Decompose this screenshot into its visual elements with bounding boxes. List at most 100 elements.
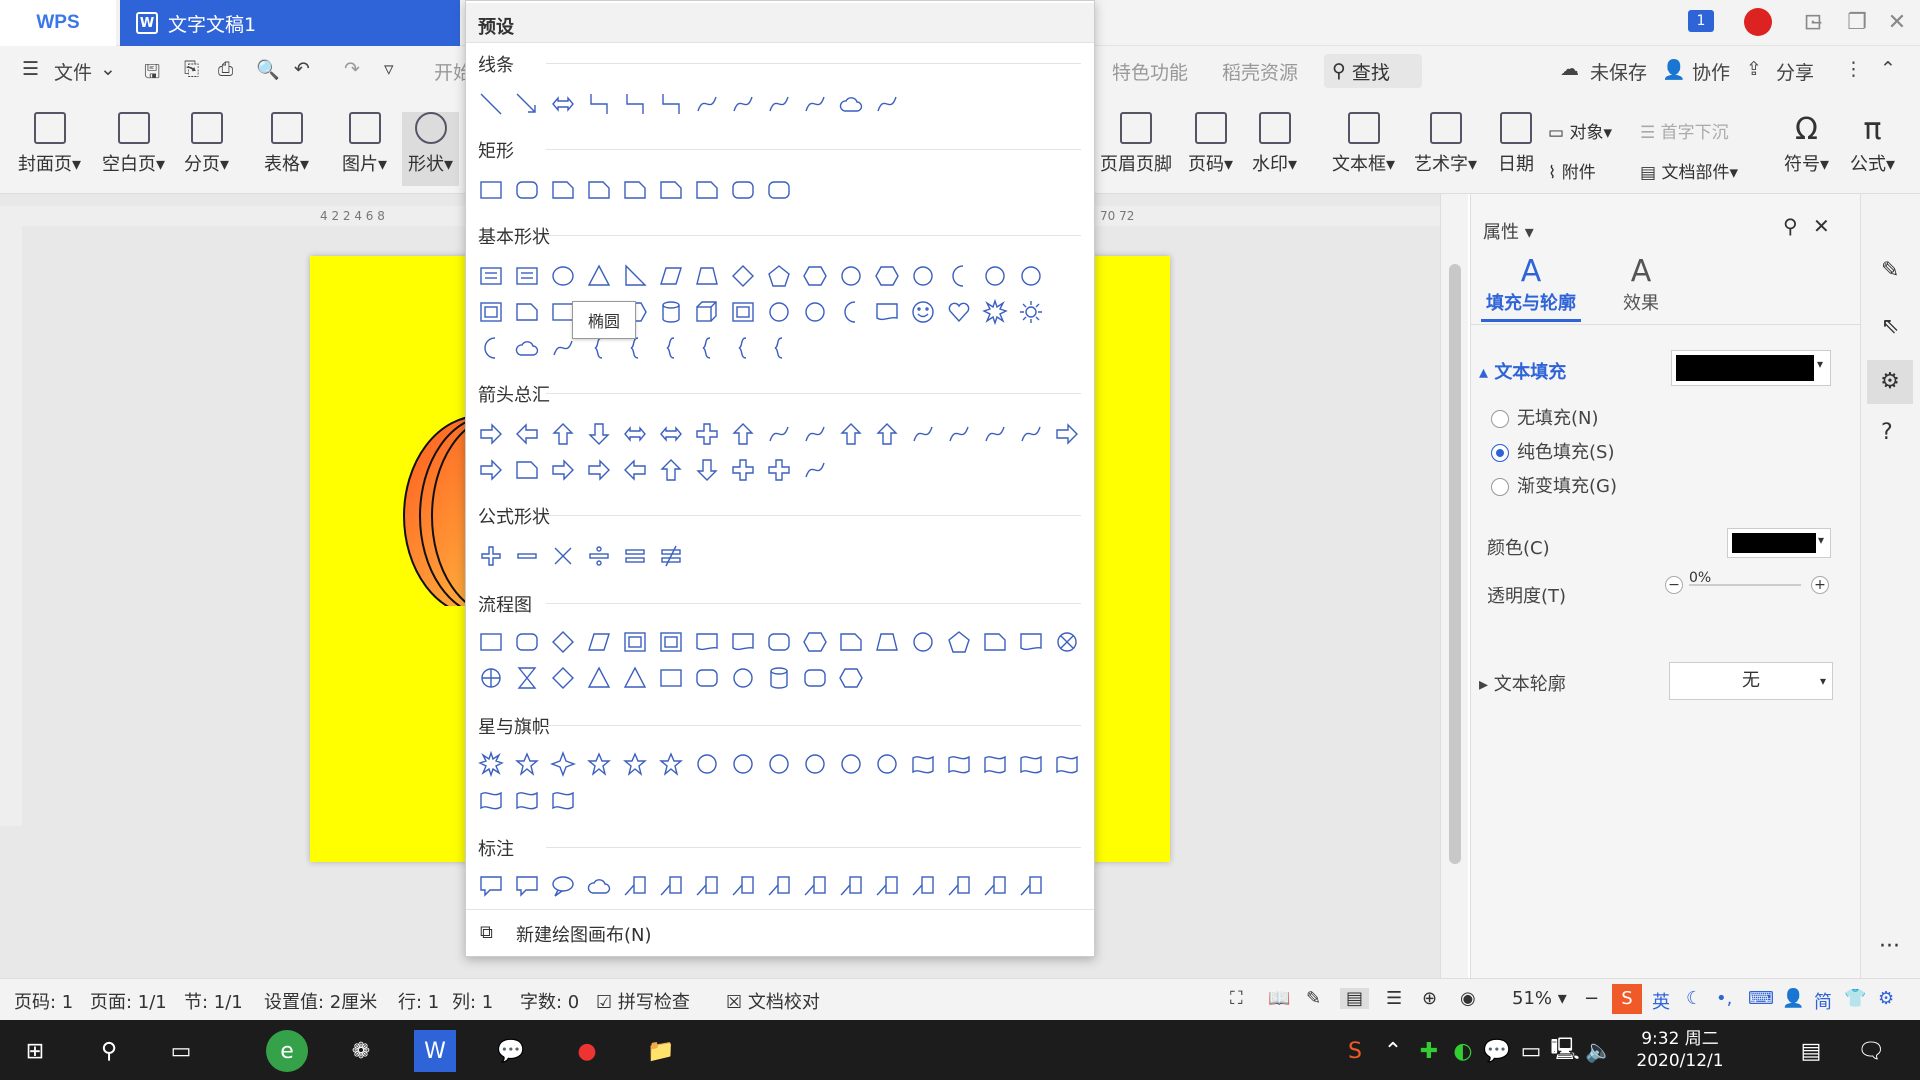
rrect-shape-icon[interactable] bbox=[512, 627, 542, 657]
circle-shape-icon[interactable] bbox=[908, 627, 938, 657]
wps-home-tab[interactable]: WPS bbox=[0, 0, 116, 46]
proof-button[interactable]: ☒ 文档校对 bbox=[726, 988, 820, 1014]
curve-shape-icon[interactable] bbox=[764, 89, 794, 119]
elbow-shape-icon[interactable] bbox=[656, 89, 686, 119]
snip-shape-icon[interactable] bbox=[980, 627, 1010, 657]
circle-shape-icon[interactable] bbox=[980, 261, 1010, 291]
minimize-button[interactable]: – bbox=[1800, 8, 1834, 38]
wave-shape-icon[interactable] bbox=[512, 785, 542, 815]
linecall-shape-icon[interactable] bbox=[980, 871, 1010, 901]
windows-start-icon[interactable]: ⊞ bbox=[14, 1030, 56, 1072]
zoom-select[interactable]: 51% ▾ bbox=[1512, 988, 1567, 1009]
linecall-shape-icon[interactable] bbox=[656, 871, 686, 901]
para-shape-icon[interactable] bbox=[656, 261, 686, 291]
share-button[interactable]: 分享 bbox=[1776, 58, 1814, 85]
pen-icon[interactable]: ✎ bbox=[1306, 988, 1321, 1009]
text-outline-header[interactable]: ▸ 文本轮廓 bbox=[1479, 670, 1566, 696]
curve-shape-icon[interactable] bbox=[980, 419, 1010, 449]
clock[interactable]: 9:32 周二 2020/12/1 bbox=[1620, 1028, 1740, 1072]
read-mode-icon[interactable]: 📖 bbox=[1268, 988, 1290, 1009]
eye-protect-icon[interactable]: ◉ bbox=[1460, 988, 1476, 1009]
rrect-shape-icon[interactable] bbox=[800, 663, 830, 693]
lrarrow-shape-icon[interactable] bbox=[548, 89, 578, 119]
snip-shape-icon[interactable] bbox=[512, 297, 542, 327]
burst-shape-icon[interactable] bbox=[476, 749, 506, 779]
file-explorer-icon[interactable]: 📁 bbox=[640, 1030, 682, 1072]
rrect-shape-icon[interactable] bbox=[692, 663, 722, 693]
lrarrow-shape-icon[interactable] bbox=[656, 419, 686, 449]
cloud-shape-icon[interactable] bbox=[584, 871, 614, 901]
ime-lang[interactable]: 英 bbox=[1652, 988, 1670, 1014]
status-row[interactable]: 行: 1 bbox=[398, 988, 439, 1014]
tab-effect[interactable]: A 效果 bbox=[1611, 254, 1671, 315]
ellipse-shape-icon[interactable] bbox=[548, 261, 578, 291]
smile-shape-icon[interactable] bbox=[908, 297, 938, 327]
snip-shape-icon[interactable] bbox=[620, 175, 650, 205]
rrect-shape-icon[interactable] bbox=[728, 175, 758, 205]
table-button[interactable]: 表格▾ bbox=[264, 112, 309, 176]
ime-punct-icon[interactable]: •, bbox=[1716, 988, 1732, 1009]
trap-shape-icon[interactable] bbox=[692, 261, 722, 291]
shape-button[interactable]: 形状▾ bbox=[402, 112, 460, 186]
moon-shape-icon[interactable] bbox=[476, 333, 506, 363]
circle-shape-icon[interactable] bbox=[836, 261, 866, 291]
file-menu[interactable]: 文件 bbox=[54, 58, 92, 85]
frame-shape-icon[interactable] bbox=[656, 627, 686, 657]
text-shape-icon[interactable] bbox=[512, 261, 542, 291]
decrease-icon[interactable]: − bbox=[1665, 576, 1683, 594]
notification-badge[interactable]: 1 bbox=[1688, 10, 1714, 32]
gradient-fill-radio[interactable]: 渐变填充(G) bbox=[1491, 472, 1617, 498]
curve-shape-icon[interactable] bbox=[800, 89, 830, 119]
wave-shape-icon[interactable] bbox=[476, 785, 506, 815]
elbow-shape-icon[interactable] bbox=[584, 89, 614, 119]
circle-shape-icon[interactable] bbox=[800, 297, 830, 327]
curve-shape-icon[interactable] bbox=[1016, 419, 1046, 449]
snip-shape-icon[interactable] bbox=[836, 627, 866, 657]
snip-shape-icon[interactable] bbox=[656, 175, 686, 205]
ime-logo-icon[interactable]: S bbox=[1612, 984, 1642, 1014]
trap-shape-icon[interactable] bbox=[872, 627, 902, 657]
linecall-shape-icon[interactable] bbox=[728, 871, 758, 901]
tri-shape-icon[interactable] bbox=[620, 663, 650, 693]
wave-shape-icon[interactable] bbox=[1052, 749, 1082, 779]
circle-shape-icon[interactable] bbox=[908, 261, 938, 291]
line-shape-icon[interactable] bbox=[476, 89, 506, 119]
status-setting[interactable]: 设置值: 2厘米 bbox=[264, 988, 377, 1014]
document-tab[interactable]: W 文字文稿1 bbox=[120, 0, 460, 46]
tab-resource[interactable]: 稻壳资源 bbox=[1222, 58, 1298, 85]
close-panel-icon[interactable]: ✕ bbox=[1813, 214, 1830, 238]
more-icon[interactable]: ⋮ bbox=[1844, 58, 1863, 80]
curve-shape-icon[interactable] bbox=[764, 419, 794, 449]
circle-shape-icon[interactable] bbox=[836, 749, 866, 779]
dropcap-button[interactable]: ☰ 首字下沉 bbox=[1640, 118, 1729, 143]
tab-special[interactable]: 特色功能 bbox=[1112, 58, 1188, 85]
ime-keyboard-icon[interactable]: ⌨ bbox=[1748, 988, 1774, 1009]
status-page[interactable]: 页码: 1 bbox=[14, 988, 73, 1014]
curve-shape-icon[interactable] bbox=[800, 455, 830, 485]
select-icon[interactable]: ⇖ bbox=[1881, 314, 1899, 339]
circle-shape-icon[interactable] bbox=[800, 749, 830, 779]
linecall-shape-icon[interactable] bbox=[836, 871, 866, 901]
undo-icon[interactable]: ↶ bbox=[294, 58, 310, 80]
mult-shape-icon[interactable] bbox=[548, 541, 578, 571]
rect-shape-icon[interactable] bbox=[476, 175, 506, 205]
wave-shape-icon[interactable] bbox=[980, 749, 1010, 779]
rrect-shape-icon[interactable] bbox=[764, 627, 794, 657]
no-fill-radio[interactable]: 无填充(N) bbox=[1491, 404, 1599, 430]
brace-shape-icon[interactable] bbox=[692, 333, 722, 363]
cyl-shape-icon[interactable] bbox=[656, 297, 686, 327]
circle-shape-icon[interactable] bbox=[764, 749, 794, 779]
lrarrow-shape-icon[interactable] bbox=[620, 419, 650, 449]
brace-shape-icon[interactable] bbox=[656, 333, 686, 363]
star5-shape-icon[interactable] bbox=[656, 749, 686, 779]
diamond-shape-icon[interactable] bbox=[548, 663, 578, 693]
page-number-button[interactable]: 页码▾ bbox=[1188, 112, 1233, 176]
search-box[interactable]: ⚲ 查找 bbox=[1324, 54, 1422, 88]
ime-settings-icon[interactable]: ⚙ bbox=[1878, 988, 1894, 1009]
linecall-shape-icon[interactable] bbox=[764, 871, 794, 901]
hexa-shape-icon[interactable] bbox=[836, 663, 866, 693]
outline-view-icon[interactable]: ☰ bbox=[1386, 988, 1402, 1009]
spell-check-button[interactable]: ☑ 拼写检查 bbox=[596, 988, 690, 1014]
div-shape-icon[interactable] bbox=[584, 541, 614, 571]
restore-button[interactable]: ❐ bbox=[1840, 8, 1874, 38]
